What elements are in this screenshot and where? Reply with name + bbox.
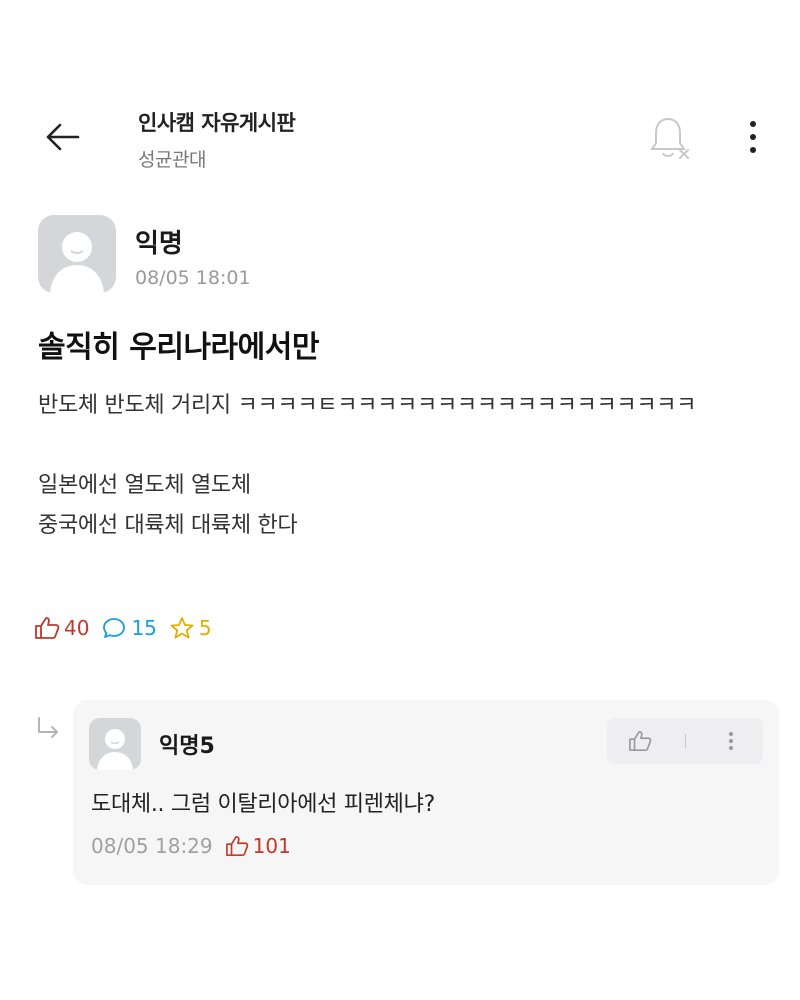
anonymous-user-icon (97, 729, 133, 770)
more-vertical-icon (728, 732, 733, 750)
comment-count[interactable]: 15 (101, 616, 157, 640)
comment-like-value: 101 (252, 834, 291, 858)
comment-text: 도대체.. 그럼 이탈리아에선 피렌체냐? (91, 792, 435, 817)
comment-action-bar (607, 718, 763, 764)
board-header: 인사캠 자유게시판 성균관대 (138, 107, 296, 172)
comment-meta: 08/05 18:29 101 (91, 834, 291, 858)
comment-author: 익명5 (159, 734, 215, 759)
thumbs-up-icon (225, 836, 248, 856)
comment-count-value: 15 (131, 616, 157, 640)
bell-off-icon (650, 117, 689, 159)
comment-bubble-icon (103, 618, 126, 638)
back-button[interactable] (40, 115, 84, 159)
anonymous-user-icon (50, 232, 104, 293)
app-header: 인사캠 자유게시판 성균관대 (0, 95, 800, 185)
more-options-button[interactable] (738, 117, 768, 157)
star-icon (170, 617, 194, 639)
more-vertical-icon (750, 121, 756, 127)
divider (684, 734, 686, 748)
avatar (38, 215, 116, 293)
scrap-count[interactable]: 5 (169, 616, 212, 640)
post-stats: 40 15 5 (34, 613, 224, 643)
post-title: 솔직히 우리나라에서만 (38, 330, 319, 365)
thumbs-up-icon (35, 617, 60, 639)
comment-item: 익명5 도대체.. 그럼 이탈리아에선 피렌체냐? 08/05 18:29 10… (73, 700, 779, 885)
author-name: 익명 (135, 229, 183, 259)
back-arrow-icon (46, 123, 80, 151)
post-body-line: 반도체 반도체 거리지 ㅋㅋㅋㅋㅌㅋㅋㅋㅋㅋㅋㅋㅋㅋㅋㅋㅋㅋㅋㅋㅋㅋㅋ (38, 393, 697, 418)
comment-like-button[interactable] (620, 723, 660, 759)
board-subtitle: 성균관대 (138, 149, 206, 171)
post-timestamp: 08/05 18:01 (135, 267, 251, 289)
notification-toggle-button[interactable] (648, 115, 692, 161)
avatar (89, 718, 141, 770)
like-count[interactable]: 40 (34, 616, 89, 640)
comment-like-count: 101 (225, 834, 291, 858)
board-title: 인사캠 자유게시판 (138, 111, 296, 135)
scrap-count-value: 5 (198, 616, 212, 640)
like-count-value: 40 (64, 616, 90, 640)
comment-more-button[interactable] (711, 723, 751, 759)
comment-timestamp: 08/05 18:29 (91, 834, 213, 858)
post-body-line: 일본에선 열도체 열도체 중국에선 대륙체 대륙체 한다 (38, 473, 298, 538)
post-body: 반도체 반도체 거리지 ㅋㅋㅋㅋㅌㅋㅋㅋㅋㅋㅋㅋㅋㅋㅋㅋㅋㅋㅋㅋㅋㅋㅋ 일본에선… (38, 386, 768, 546)
reply-arrow-icon (38, 717, 58, 738)
thumbs-up-icon (628, 731, 651, 751)
